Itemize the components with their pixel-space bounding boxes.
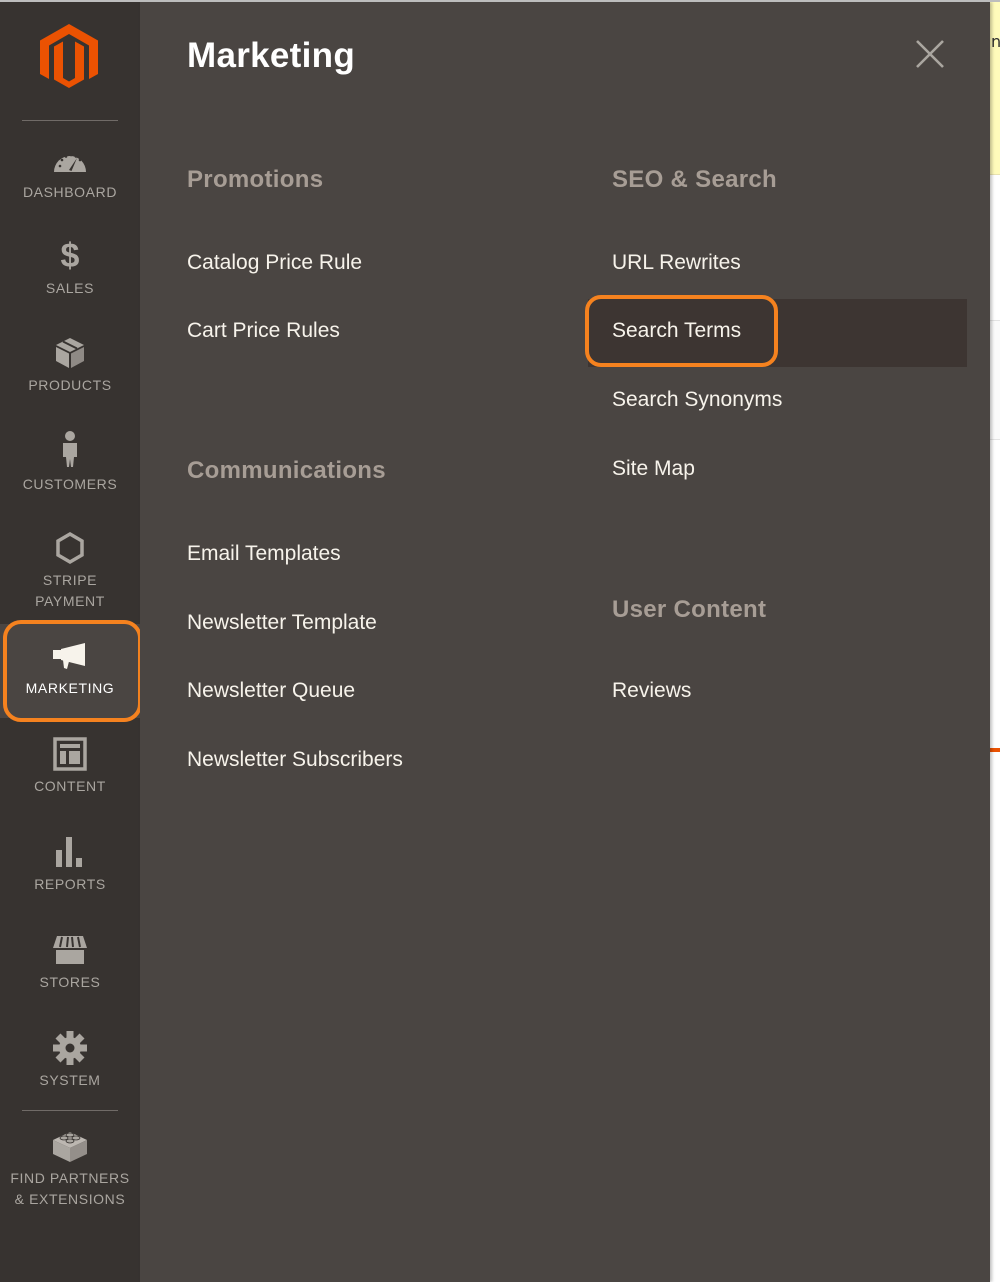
sidebar-divider-top bbox=[22, 120, 118, 121]
sidebar-label-line2: & Extensions bbox=[14, 1191, 126, 1207]
menu-link-cart-price-rules[interactable]: Cart Price Rules bbox=[187, 319, 340, 343]
sidebar-item-stores[interactable]: Stores bbox=[0, 932, 140, 993]
sidebar-label: Reports bbox=[34, 876, 106, 892]
dollar-icon: $ bbox=[60, 237, 80, 275]
sidebar-label-line1: Find Partners bbox=[10, 1170, 130, 1186]
dashboard-gauge-icon bbox=[50, 142, 90, 178]
sidebar-label: Content bbox=[34, 778, 106, 794]
storefront-icon bbox=[50, 932, 90, 968]
sidebar-label: Products bbox=[28, 377, 112, 393]
magento-logo-icon[interactable] bbox=[38, 22, 100, 88]
bar-chart-icon bbox=[50, 834, 90, 870]
menu-link-search-synonyms[interactable]: Search Synonyms bbox=[612, 388, 782, 412]
menu-link-reviews[interactable]: Reviews bbox=[612, 679, 691, 703]
sidebar-divider-bottom bbox=[22, 1110, 118, 1111]
menu-link-catalog-price-rule[interactable]: Catalog Price Rule bbox=[187, 251, 362, 275]
lego-brick-icon bbox=[50, 1128, 90, 1164]
sidebar-item-content[interactable]: Content bbox=[0, 736, 140, 797]
section-title-user-content: User Content bbox=[612, 596, 767, 623]
admin-sidebar: Dashboard $ Sales Products Customers bbox=[0, 0, 142, 1282]
marketing-flyout-menu: Marketing Promotions Catalog Price Rule … bbox=[140, 2, 990, 1282]
megaphone-icon bbox=[50, 638, 90, 674]
section-title-promotions: Promotions bbox=[187, 166, 324, 193]
sidebar-label: Customers bbox=[22, 476, 118, 492]
menu-link-email-templates[interactable]: Email Templates bbox=[187, 542, 341, 566]
page-notice-bar: n bbox=[990, 0, 1000, 175]
menu-link-site-map[interactable]: Site Map bbox=[612, 457, 695, 481]
sidebar-label-line1: Stripe bbox=[42, 572, 98, 588]
sidebar-item-marketing[interactable]: Marketing bbox=[0, 624, 140, 718]
sidebar-label: Stores bbox=[39, 974, 101, 990]
flyout-title: Marketing bbox=[187, 36, 356, 75]
person-icon bbox=[50, 430, 90, 470]
sidebar-label: Dashboard bbox=[22, 184, 118, 200]
sidebar-label-line2: Payment bbox=[35, 593, 105, 609]
menu-link-newsletter-subscribers[interactable]: Newsletter Subscribers bbox=[187, 748, 403, 772]
sidebar-label: Sales bbox=[45, 280, 95, 296]
sidebar-item-find-partners[interactable]: Find Partners & Extensions bbox=[0, 1128, 140, 1210]
menu-link-newsletter-template[interactable]: Newsletter Template bbox=[187, 611, 377, 635]
sidebar-item-reports[interactable]: Reports bbox=[0, 834, 140, 895]
page-content-row bbox=[990, 320, 1000, 440]
window-top-border bbox=[0, 0, 1000, 2]
sidebar-item-stripe-payment[interactable]: Stripe Payment bbox=[0, 530, 140, 612]
page-notice-partial-text: n bbox=[991, 32, 1000, 51]
section-title-communications: Communications bbox=[187, 457, 386, 484]
menu-link-newsletter-queue[interactable]: Newsletter Queue bbox=[187, 679, 355, 703]
gear-icon bbox=[50, 1030, 90, 1066]
sidebar-item-products[interactable]: Products bbox=[0, 335, 140, 396]
hexagon-icon bbox=[50, 530, 90, 566]
box-icon bbox=[50, 335, 90, 371]
section-title-seo-search: SEO & Search bbox=[612, 166, 778, 193]
sidebar-item-dashboard[interactable]: Dashboard bbox=[0, 142, 140, 203]
close-flyout-button[interactable] bbox=[912, 36, 948, 72]
layout-icon bbox=[50, 736, 90, 772]
sidebar-item-customers[interactable]: Customers bbox=[0, 430, 140, 495]
sidebar-item-system[interactable]: System bbox=[0, 1030, 140, 1091]
page-accent-bar bbox=[990, 748, 1000, 752]
close-icon bbox=[916, 40, 944, 68]
menu-link-url-rewrites[interactable]: URL Rewrites bbox=[612, 251, 741, 275]
sidebar-label: System bbox=[39, 1072, 101, 1088]
menu-link-search-terms[interactable]: Search Terms bbox=[612, 319, 741, 343]
sidebar-label: Marketing bbox=[25, 680, 115, 696]
sidebar-item-sales[interactable]: $ Sales bbox=[0, 238, 140, 299]
